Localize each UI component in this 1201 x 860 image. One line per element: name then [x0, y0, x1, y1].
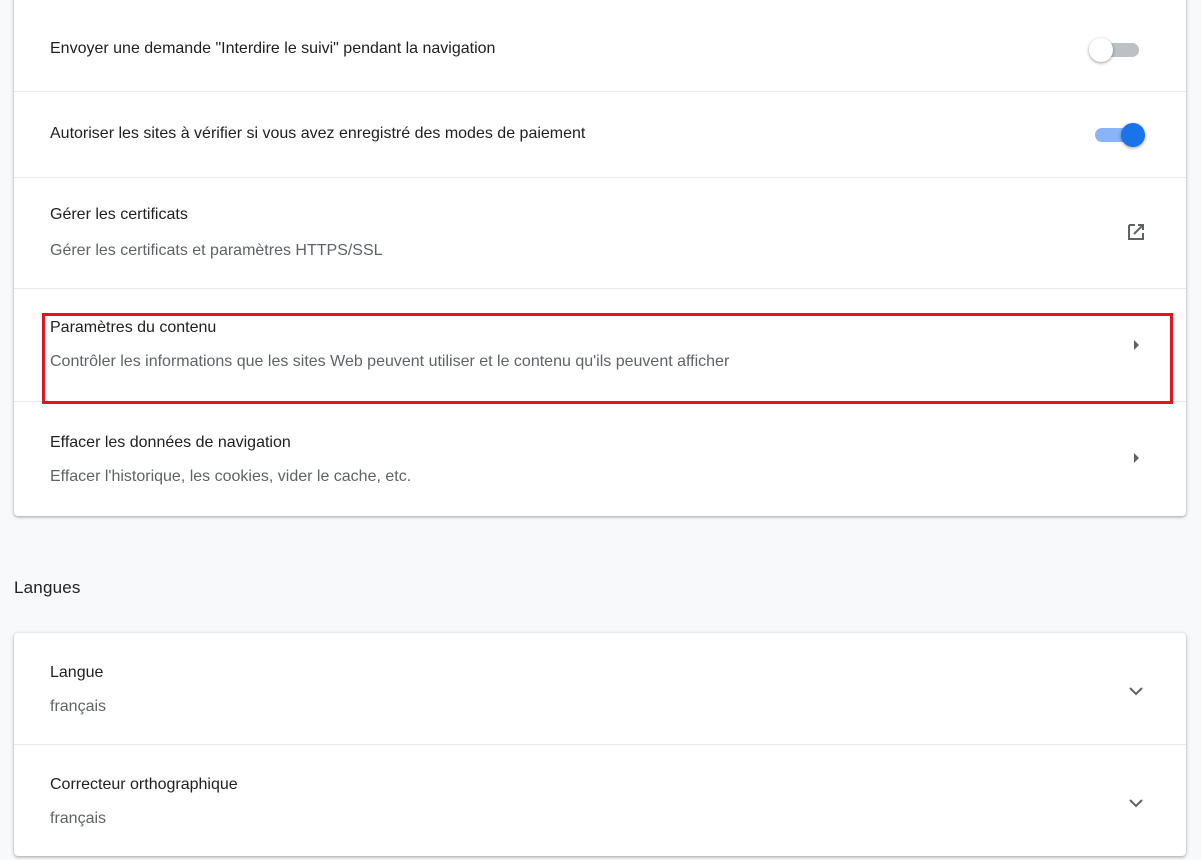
manage-certificates-row[interactable]: Gérer les certificats Gérer les certific…	[14, 177, 1186, 288]
toggle-knob	[1121, 123, 1145, 147]
spellcheck-row[interactable]: Correcteur orthographique français	[14, 744, 1186, 856]
spellcheck-label: Correcteur orthographique	[50, 776, 238, 793]
do-not-track-row[interactable]: Envoyer une demande "Interdire le suivi"…	[14, 0, 1186, 91]
clear-browsing-data-row[interactable]: Effacer les données de navigation Efface…	[14, 401, 1186, 516]
privacy-card: Envoyer une demande "Interdire le suivi"…	[14, 0, 1186, 516]
toggle-knob	[1089, 38, 1113, 62]
payment-methods-toggle[interactable]	[1089, 121, 1145, 149]
payment-methods-row[interactable]: Autoriser les sites à vérifier si vous a…	[14, 91, 1186, 177]
language-row[interactable]: Langue français	[14, 633, 1186, 744]
expand-more-icon[interactable]	[1120, 675, 1152, 707]
languages-card: Langue français Correcteur orthographiqu…	[14, 633, 1186, 856]
language-label: Langue	[50, 664, 104, 681]
spellcheck-value: français	[50, 810, 107, 827]
expand-more-icon[interactable]	[1120, 787, 1152, 819]
clear-browsing-data-label: Effacer les données de navigation	[50, 434, 291, 451]
manage-certificates-label: Gérer les certificats	[50, 206, 188, 223]
arrow-right-icon[interactable]	[1120, 329, 1152, 361]
payment-methods-label: Autoriser les sites à vérifier si vous a…	[50, 125, 586, 142]
do-not-track-label: Envoyer une demande "Interdire le suivi"…	[50, 40, 496, 57]
arrow-right-icon[interactable]	[1120, 442, 1152, 474]
content-settings-label: Paramètres du contenu	[50, 319, 217, 336]
language-value: français	[50, 698, 107, 715]
clear-browsing-data-sublabel: Effacer l'historique, les cookies, vider…	[50, 468, 412, 485]
content-settings-row[interactable]: Paramètres du contenu Contrôler les info…	[14, 288, 1186, 401]
manage-certificates-sublabel: Gérer les certificats et paramètres HTTP…	[50, 242, 383, 259]
do-not-track-toggle[interactable]	[1089, 36, 1145, 64]
languages-section-title: Langues	[14, 578, 81, 597]
open-in-new-icon[interactable]	[1120, 216, 1152, 248]
content-settings-sublabel: Contrôler les informations que les sites…	[50, 353, 730, 370]
